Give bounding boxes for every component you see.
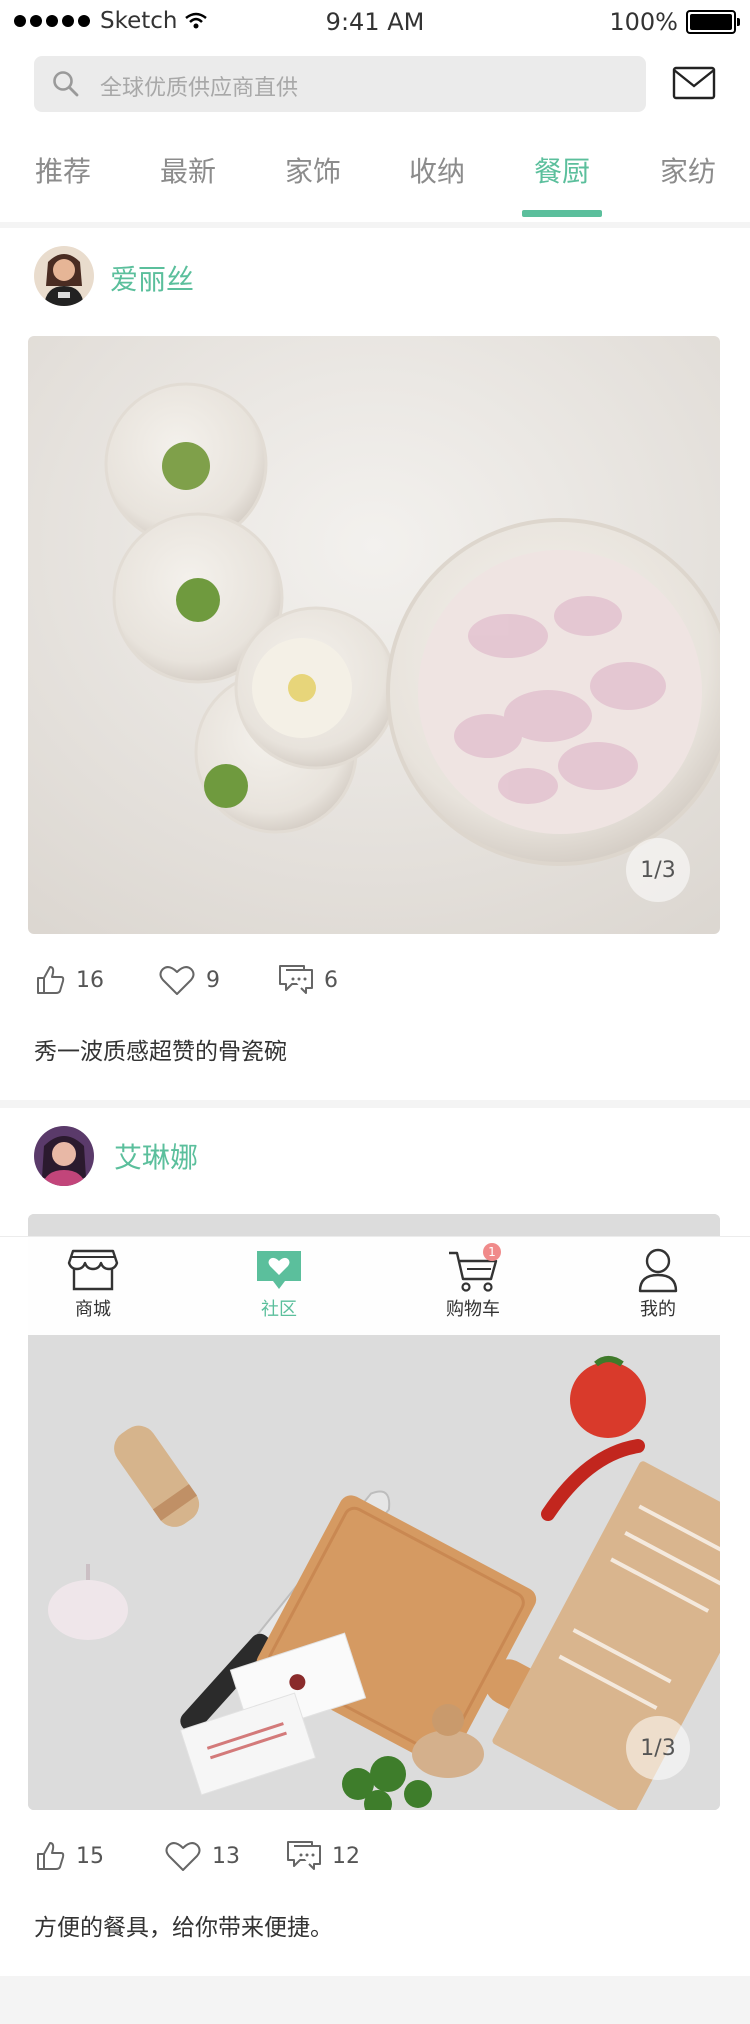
nav-cart[interactable]: 1 购物车 [413, 1243, 533, 1321]
search-bar[interactable]: 全球优质供应商直供 [34, 56, 646, 112]
nav-shop[interactable]: 商城 [33, 1247, 153, 1321]
image-counter: 1/3 [626, 838, 690, 902]
image-counter: 1/3 [626, 1716, 690, 1780]
comment-count: 6 [324, 967, 338, 993]
like-count: 16 [76, 967, 104, 993]
tab-decor[interactable]: 家饰 [263, 150, 363, 190]
post-image[interactable]: 1/3 [28, 336, 720, 934]
battery-percent: 100% [609, 8, 678, 36]
active-tab-indicator [522, 210, 602, 217]
category-tabs: 推荐 最新 家饰 收纳 餐厨 家纺 [0, 140, 750, 222]
battery-status: 100% [609, 8, 740, 36]
battery-icon [686, 10, 740, 34]
nav-community[interactable]: 社区 [219, 1247, 339, 1321]
comment-icon [279, 965, 313, 994]
nav-me[interactable]: 我的 [598, 1247, 718, 1321]
nav-me-label: 我的 [640, 1299, 676, 1320]
status-bar: Sketch 9:41 AM 100% [0, 0, 750, 44]
community-icon [253, 1247, 305, 1293]
favorite-count: 13 [212, 1843, 240, 1869]
comment-count: 12 [332, 1843, 360, 1869]
avatar-image [34, 246, 94, 306]
like-button[interactable]: 16 [34, 964, 104, 996]
favorite-button[interactable]: 13 [164, 1840, 240, 1872]
search-icon [53, 71, 79, 97]
post-username[interactable]: 爱丽丝 [110, 258, 194, 298]
user-icon [632, 1247, 684, 1293]
header: 全球优质供应商直供 推荐 最新 家饰 收纳 餐厨 家纺 [0, 44, 750, 222]
mail-icon[interactable] [672, 66, 716, 100]
nav-shop-label: 商城 [75, 1299, 111, 1320]
tab-recommend[interactable]: 推荐 [13, 150, 113, 190]
nav-cart-label: 购物车 [446, 1299, 500, 1320]
search-placeholder[interactable]: 全球优质供应商直供 [100, 70, 298, 102]
favorite-button[interactable]: 9 [158, 964, 220, 996]
post-username[interactable]: 艾琳娜 [114, 1136, 198, 1176]
tab-kitchen[interactable]: 餐厨 [512, 150, 612, 190]
avatar-image [34, 1126, 94, 1186]
cart-icon: 1 [447, 1243, 501, 1293]
post-caption: 秀一波质感超赞的骨瓷碗 [34, 1039, 287, 1065]
heart-icon [159, 966, 195, 995]
shop-icon [67, 1247, 119, 1293]
tab-newest[interactable]: 最新 [138, 150, 238, 190]
heart-icon [165, 1842, 201, 1871]
tab-textiles[interactable]: 家纺 [638, 150, 738, 190]
comment-button[interactable]: 12 [286, 1840, 360, 1872]
comment-icon [287, 1841, 321, 1870]
avatar[interactable] [34, 1126, 94, 1186]
cart-badge: 1 [483, 1243, 501, 1261]
tab-storage[interactable]: 收纳 [387, 150, 487, 190]
thumbs-up-icon [37, 1842, 65, 1870]
bowls-photo [28, 336, 720, 934]
comment-button[interactable]: 6 [278, 964, 338, 996]
like-button[interactable]: 15 [34, 1840, 104, 1872]
post-card: 爱丽丝 1/3 16 9 6 秀一波质感超赞的骨瓷碗 [0, 228, 750, 1100]
thumbs-up-icon [37, 966, 65, 994]
bottom-navigation: 商城 社区 1 购物车 我的 [0, 1236, 750, 1335]
favorite-count: 9 [206, 967, 220, 993]
like-count: 15 [76, 1843, 104, 1869]
nav-community-label: 社区 [261, 1299, 297, 1320]
avatar[interactable] [34, 246, 94, 306]
post-caption: 方便的餐具，给你带来便捷。 [34, 1915, 333, 1941]
